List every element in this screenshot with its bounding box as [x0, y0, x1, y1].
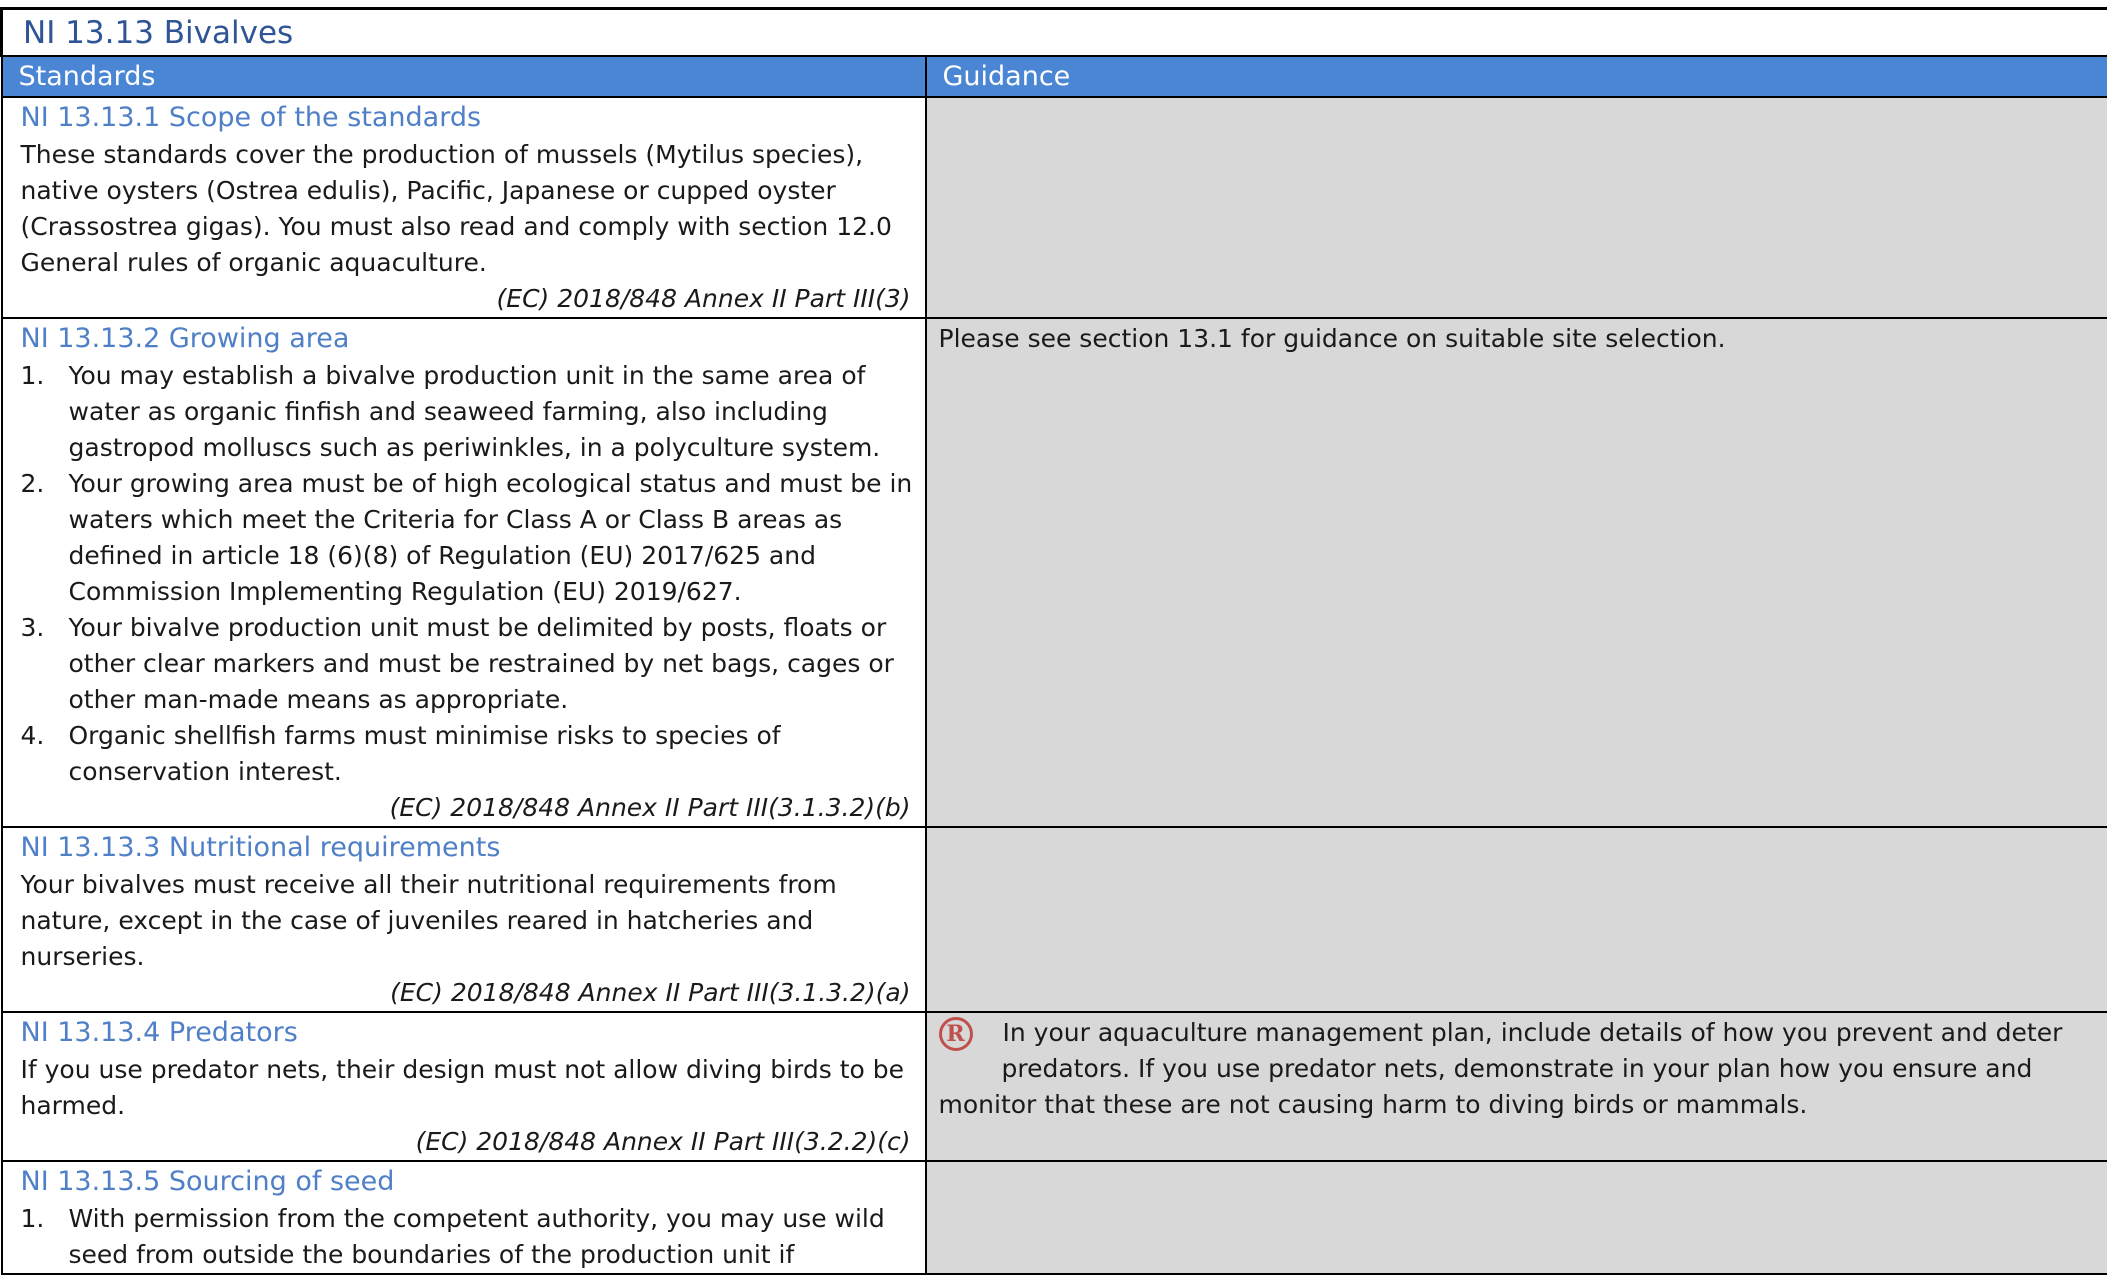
list-number: 3. — [21, 610, 69, 718]
section-heading: NI 13.13.5 Sourcing of seed — [21, 1162, 913, 1201]
guidance-cell: Please see section 13.1 for guidance on … — [926, 318, 2107, 827]
standards-cell: NI 13.13.5 Sourcing of seed 1.With permi… — [2, 1161, 926, 1274]
regulation-reference: (EC) 2018/848 Annex II Part III(3.1.3.2)… — [21, 790, 913, 826]
list-number: 2. — [21, 466, 69, 610]
guidance-cell: R In your aquaculture management plan, in… — [926, 1012, 2107, 1161]
regulation-reference: (EC) 2018/848 Annex II Part III(3.2.2)(c… — [21, 1124, 913, 1160]
guidance-line: monitor that these are not causing harm … — [939, 1087, 2101, 1123]
guidance-cell — [926, 97, 2107, 318]
section-heading: NI 13.13.1 Scope of the standards — [21, 98, 913, 137]
guidance-line: R In your aquaculture management plan, in… — [939, 1015, 2101, 1051]
regulation-reference: (EC) 2018/848 Annex II Part III(3) — [21, 281, 913, 317]
list-number: 1. — [21, 1201, 69, 1273]
column-header-row: Standards Guidance — [2, 56, 2107, 97]
section-row-nutritional: NI 13.13.3 Nutritional requirements Your… — [2, 827, 2107, 1012]
standards-column-header: Standards — [2, 56, 926, 97]
standard-text: These standards cover the production of … — [21, 137, 913, 281]
guidance-cell — [926, 1161, 2107, 1274]
list-item-text: Organic shellfish farms must minimise ri… — [69, 718, 913, 790]
list-item: 2.Your growing area must be of high ecol… — [21, 466, 913, 610]
standards-table: NI 13.13 Bivalves Standards Guidance NI … — [0, 7, 2107, 1275]
guidance-column-header: Guidance — [926, 56, 2107, 97]
section-row-seed: NI 13.13.5 Sourcing of seed 1.With permi… — [2, 1161, 2107, 1274]
list-item-text: You may establish a bivalve production u… — [69, 358, 913, 466]
standards-list: 1.You may establish a bivalve production… — [21, 358, 913, 790]
list-number: 4. — [21, 718, 69, 790]
standards-cell: NI 13.13.1 Scope of the standards These … — [2, 97, 926, 318]
standard-text: If you use predator nets, their design m… — [21, 1052, 913, 1124]
guidance-text: In your aquaculture management plan, inc… — [1003, 1018, 2063, 1047]
page-title: NI 13.13 Bivalves — [2, 9, 2107, 57]
list-number: 1. — [21, 358, 69, 466]
standards-list: 1.With permission from the competent aut… — [21, 1201, 913, 1273]
title-row: NI 13.13 Bivalves — [2, 9, 2107, 57]
regulation-reference: (EC) 2018/848 Annex II Part III(3.1.3.2)… — [21, 975, 913, 1011]
section-row-predators: NI 13.13.4 Predators If you use predator… — [2, 1012, 2107, 1161]
standards-cell: NI 13.13.4 Predators If you use predator… — [2, 1012, 926, 1161]
list-item: 1.You may establish a bivalve production… — [21, 358, 913, 466]
guidance-line: predators. If you use predator nets, dem… — [939, 1051, 2101, 1087]
standard-text: Your bivalves must receive all their nut… — [21, 867, 913, 975]
section-row-growing-area: NI 13.13.2 Growing area 1.You may establ… — [2, 318, 2107, 827]
recommendation-r-icon: R — [939, 1017, 973, 1051]
list-item-text: Your growing area must be of high ecolog… — [69, 466, 913, 610]
guidance-cell — [926, 827, 2107, 1012]
section-heading: NI 13.13.4 Predators — [21, 1013, 913, 1052]
section-heading: NI 13.13.3 Nutritional requirements — [21, 828, 913, 867]
list-item-text: With permission from the competent autho… — [69, 1201, 913, 1273]
document-page: NI 13.13 Bivalves Standards Guidance NI … — [0, 7, 2107, 1287]
standards-cell: NI 13.13.3 Nutritional requirements Your… — [2, 827, 926, 1012]
list-item: 1.With permission from the competent aut… — [21, 1201, 913, 1273]
section-row-scope: NI 13.13.1 Scope of the standards These … — [2, 97, 2107, 318]
standards-cell: NI 13.13.2 Growing area 1.You may establ… — [2, 318, 926, 827]
list-item: 4.Organic shellfish farms must minimise … — [21, 718, 913, 790]
section-heading: NI 13.13.2 Growing area — [21, 319, 913, 358]
list-item-text: Your bivalve production unit must be del… — [69, 610, 913, 718]
list-item: 3.Your bivalve production unit must be d… — [21, 610, 913, 718]
